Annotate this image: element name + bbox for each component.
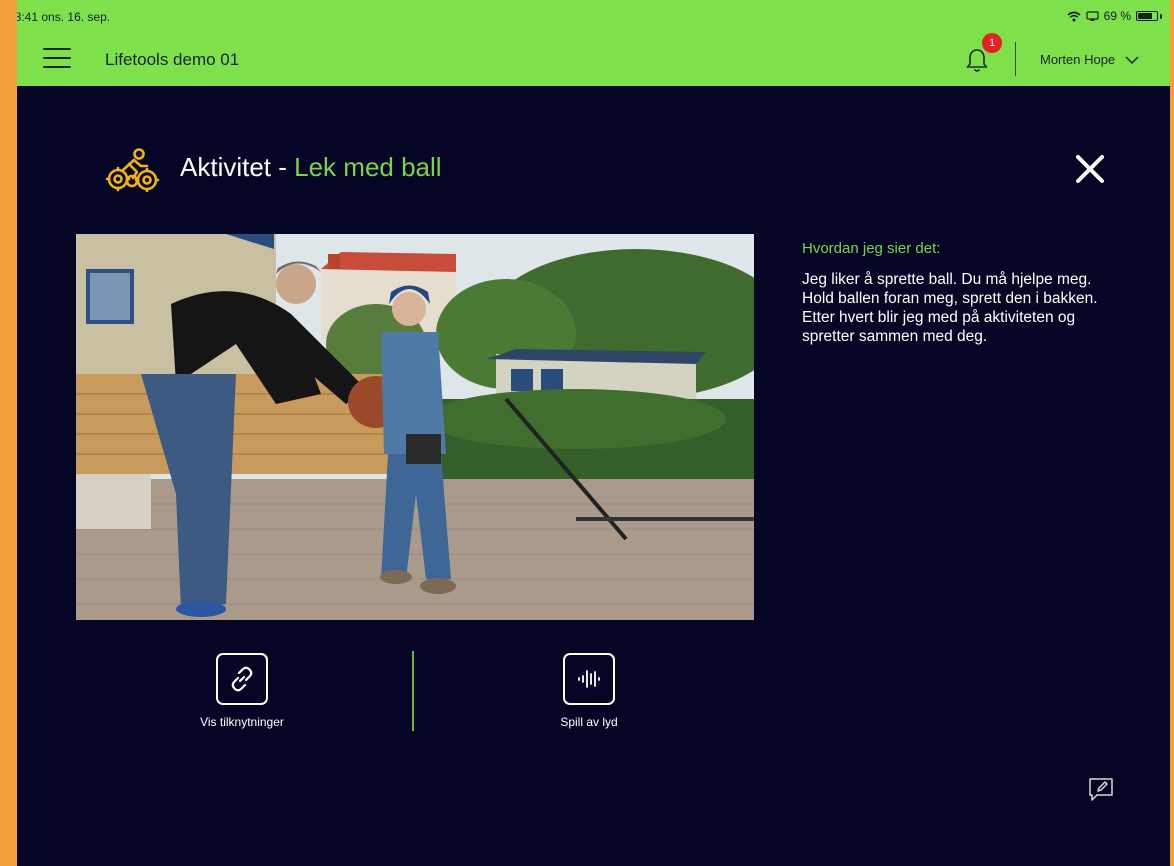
hamburger-icon [43,48,71,50]
user-menu[interactable]: Morten Hope [1040,52,1139,67]
show-connections-icon-box [216,653,268,705]
status-indicators: 69 % [1067,9,1162,23]
feedback-pencil-icon[interactable] [1087,776,1115,804]
actions-divider [412,651,414,731]
app-title: Lifetools demo 01 [105,50,240,69]
menu-button[interactable] [43,48,71,72]
play-sound-label: Spill av lyd [560,715,618,729]
play-sound-icon-box [563,653,615,705]
show-connections-label: Vis tilknytninger [200,715,284,729]
activity-name: Lek med ball [294,152,442,182]
play-sound-button[interactable]: Spill av lyd [537,653,641,729]
status-bar: 08:41 ons. 16. sep. 69 % [17,0,1170,30]
sound-wave-icon [578,670,600,688]
hamburger-icon-line [43,66,71,68]
status-time: 08:41 [17,10,39,24]
activity-photo [76,234,754,620]
close-icon[interactable] [1073,152,1107,186]
status-date: ons. 16. sep. [41,10,111,24]
how-i-say-text: Jeg liker å sprette ball. Du må hjelpe m… [802,271,1098,345]
battery-icon [1136,11,1158,21]
show-connections-button[interactable]: Vis tilknytninger [180,653,304,729]
wifi-icon [1067,11,1081,21]
activity-title-prefix: Aktivitet - [180,152,295,182]
link-icon [231,666,253,692]
notification-badge: 1 [982,33,1002,53]
chevron-down-icon [1125,55,1139,64]
screen-mirroring-icon [1086,10,1099,21]
battery-percent: 69 % [1103,9,1131,23]
user-name: Morten Hope [1040,52,1116,67]
app-screen: 08:41 ons. 16. sep. 69 % [17,0,1170,866]
header-divider [1015,42,1016,76]
activity-title: Aktivitet - Lek med ball [180,152,442,183]
status-time-date: 08:41 ons. 16. sep. [17,10,110,24]
hamburger-icon-line [43,57,71,59]
top-bar: 08:41 ons. 16. sep. 69 % [17,0,1170,86]
cyclist-gears-icon [105,148,160,192]
how-i-say-label: Hvordan jeg sier det: [802,240,941,257]
battery-tip [1160,13,1162,19]
